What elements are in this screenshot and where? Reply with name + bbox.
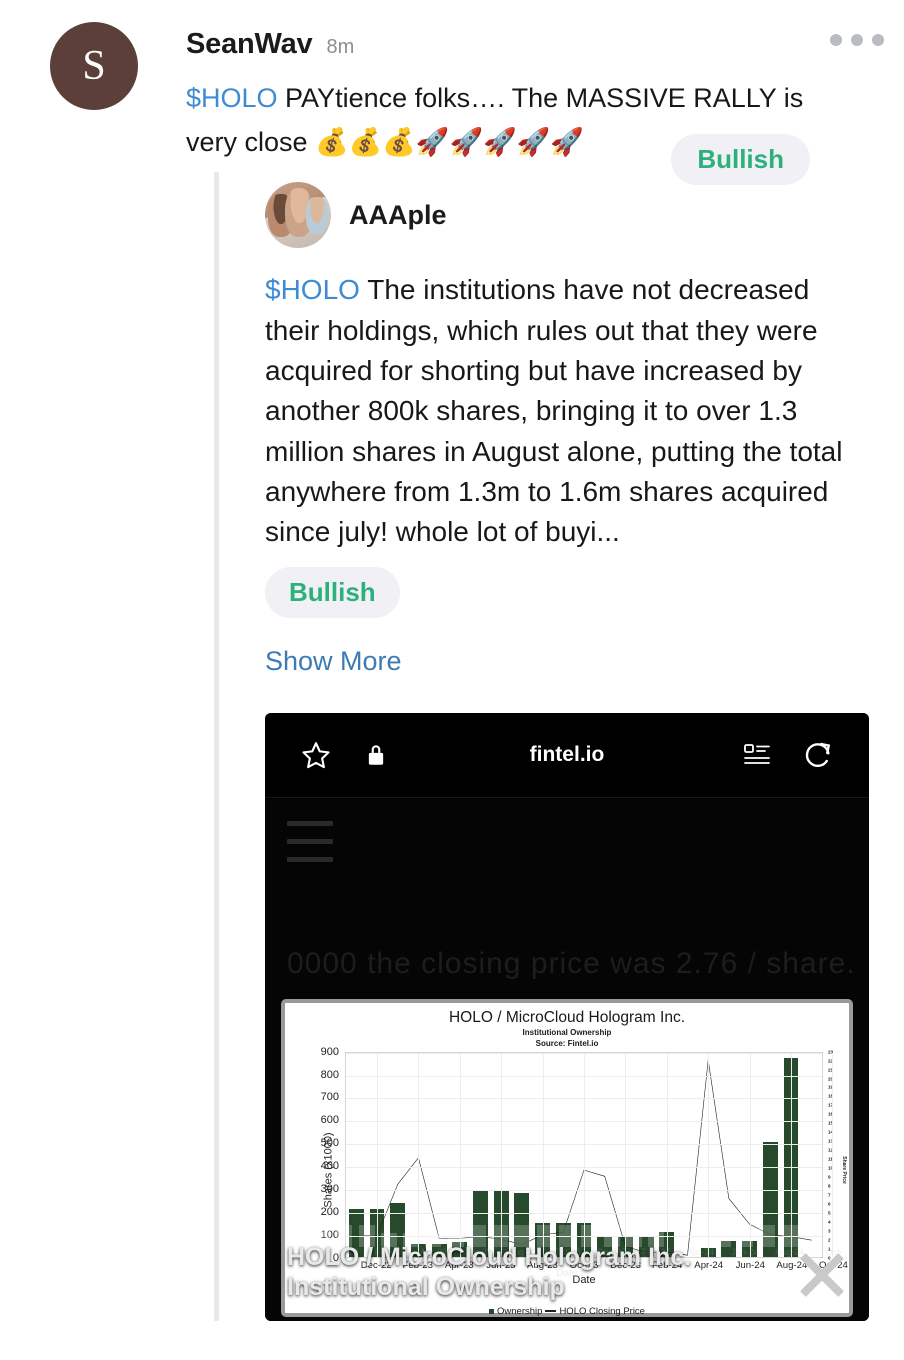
- avatar[interactable]: S: [50, 22, 138, 110]
- embedded-page-background: 0000 the closing price was 2.76 / share.…: [265, 798, 869, 1321]
- reader-view-icon[interactable]: [743, 742, 771, 768]
- quoted-message: The institutions have not decreased thei…: [265, 274, 843, 548]
- page-dimmed-headline: 0000 the closing price was 2.76 / share.…: [287, 946, 853, 980]
- placeholder-line: [287, 856, 333, 862]
- post-body: SeanWav 8m $HOLO PAYtience folks…. The M…: [138, 16, 884, 185]
- y-tick-right: 7: [828, 1192, 831, 1198]
- quoted-post: AAAple $HOLO The institutions have not d…: [214, 172, 904, 1321]
- chart-title: HOLO / MicroCloud Hologram Inc.: [448, 1008, 686, 1026]
- stocktwits-post-screen: S SeanWav 8m $HOLO PAYtience folks…. The…: [0, 0, 904, 1360]
- placeholder-line: [287, 838, 333, 844]
- dot: [872, 34, 884, 46]
- y-axis-right-label: Share Price: [841, 1155, 848, 1184]
- quoted-username[interactable]: AAAple: [349, 200, 447, 231]
- y-tick: 600: [320, 1114, 339, 1127]
- avatar-photo-part: [305, 196, 329, 234]
- toolbar-right-icons: [743, 740, 833, 770]
- name-row: SeanWav 8m: [186, 28, 880, 61]
- bar: [714, 1229, 731, 1247]
- quoted-badge-row: Bullish: [265, 566, 904, 618]
- show-more-button[interactable]: Show More: [265, 646, 904, 677]
- y-tick: 800: [320, 1068, 339, 1081]
- more-horizontal-icon[interactable]: [830, 34, 884, 46]
- overlay-title-line-1: HOLO / MicroCloud Hologram Inc.: [287, 1242, 692, 1271]
- y-tick-right: 8: [828, 1183, 831, 1189]
- dot: [830, 34, 842, 46]
- dot: [851, 34, 863, 46]
- bar: [692, 1236, 709, 1247]
- y-tick-right: 6: [828, 1201, 831, 1207]
- star-icon[interactable]: [301, 740, 331, 770]
- post-username[interactable]: SeanWav: [186, 28, 313, 61]
- overlay-title: HOLO / MicroCloud Hologram Inc. Institut…: [287, 1242, 691, 1303]
- quoted-post-text: $HOLO The institutions have not decrease…: [265, 270, 865, 552]
- post-timestamp: 8m: [326, 36, 355, 58]
- x-tick: Jun-24: [731, 1246, 759, 1257]
- y-tick: 700: [320, 1091, 339, 1104]
- embedded-bottom-overlay: Dec-22 Feb-23 Apr-23 Jun-23 Aug-23 Oct-23 Dec-…: [265, 1224, 869, 1321]
- toolbar-left-icons: [301, 740, 387, 770]
- chart-source: Source: Fintel.io: [535, 1038, 599, 1048]
- browser-toolbar: fintel.io: [265, 712, 869, 798]
- quoted-post-header: AAAple: [265, 182, 904, 249]
- close-icon[interactable]: [791, 1243, 853, 1305]
- y-tick-right: 5: [828, 1210, 831, 1216]
- y-tick: 300: [320, 1182, 339, 1195]
- reload-icon[interactable]: [803, 740, 833, 770]
- post-emojis: 💰💰💰🚀🚀🚀🚀🚀: [315, 126, 584, 157]
- bar: [737, 1229, 754, 1247]
- embedded-screenshot-card[interactable]: fintel.io 0000 the closing price was 2.7…: [265, 712, 869, 1321]
- cashtag-link[interactable]: $HOLO: [265, 274, 360, 305]
- y-tick: 200: [320, 1205, 339, 1218]
- y-tick: 900: [320, 1045, 339, 1058]
- root-post: S SeanWav 8m $HOLO PAYtience folks…. The…: [0, 0, 904, 185]
- avatar[interactable]: [265, 182, 331, 249]
- y-tick-right: 9: [828, 1174, 831, 1180]
- lock-icon[interactable]: [365, 742, 387, 768]
- chart-subtitle: Institutional Ownership: [522, 1027, 612, 1037]
- y-tick-right: 4: [828, 1219, 831, 1225]
- post-header: S SeanWav 8m $HOLO PAYtience folks…. The…: [24, 16, 884, 185]
- status-badge-bullish[interactable]: Bullish: [265, 566, 400, 618]
- overlay-title-line-2: Institutional Ownership: [287, 1273, 565, 1302]
- page-placeholder-lines: [287, 820, 333, 875]
- cashtag-link[interactable]: $HOLO: [186, 83, 278, 113]
- y-tick: 400: [320, 1160, 339, 1173]
- placeholder-line: [287, 820, 333, 826]
- y-tick: 500: [320, 1137, 339, 1150]
- bar: [759, 1224, 776, 1247]
